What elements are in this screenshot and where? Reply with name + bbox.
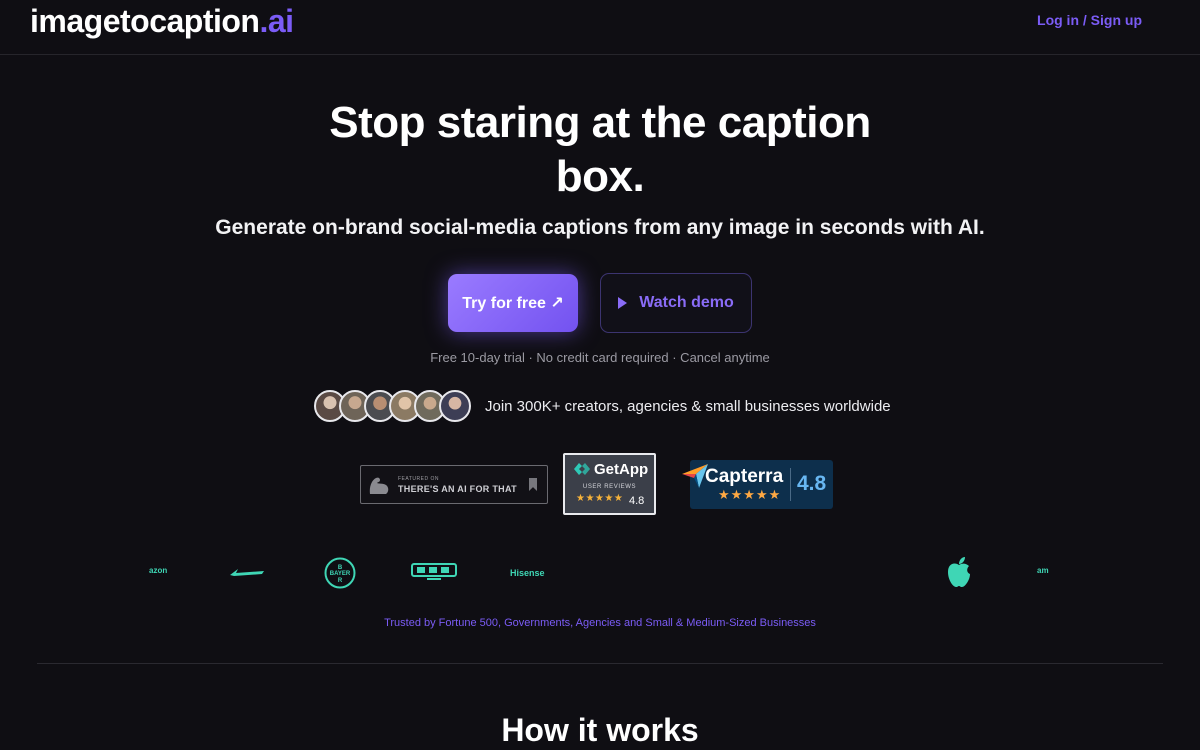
svg-text:BAYER: BAYER bbox=[330, 571, 351, 577]
trusted-by-text: Trusted by Fortune 500, Governments, Age… bbox=[384, 617, 816, 629]
logo-main-text: imagetocaption bbox=[30, 3, 260, 39]
capterra-rating: 4.8 bbox=[797, 472, 827, 495]
getapp-rating: 4.8 bbox=[629, 495, 645, 507]
capterra-name: Capterra bbox=[705, 466, 784, 487]
wing-logo-icon bbox=[230, 569, 264, 576]
try-for-free-button[interactable]: Try for free ↗ bbox=[448, 274, 578, 332]
capterra-stars: ★★★★★ bbox=[718, 487, 782, 502]
social-proof: Join 300K+ creators, agencies & small bu… bbox=[314, 390, 891, 422]
getapp-name: GetApp bbox=[594, 461, 649, 478]
try-for-free-label: Try for free ↗ bbox=[462, 295, 564, 312]
capterra-badge[interactable]: Capterra ★★★★★ 4.8 bbox=[682, 460, 833, 509]
getapp-badge[interactable]: GetApp USER REVIEWS ★★★★★ 4.8 bbox=[563, 453, 656, 515]
section-divider bbox=[37, 663, 1163, 664]
getapp-reviews-label: USER REVIEWS bbox=[582, 484, 637, 490]
social-proof-text: Join 300K+ creators, agencies & small bu… bbox=[485, 397, 891, 415]
bookmark-icon bbox=[529, 478, 537, 491]
svg-text:R: R bbox=[338, 578, 343, 584]
avatar bbox=[439, 390, 471, 422]
avatar-group bbox=[314, 390, 471, 422]
brand-box-logo-icon bbox=[411, 563, 457, 580]
theres-an-ai-for-that-badge[interactable]: FEATURED ON THERE'S AN AI FOR THAT bbox=[360, 465, 548, 504]
hisense-logo: Hisense bbox=[510, 568, 545, 578]
flexed-arm-icon bbox=[369, 477, 389, 494]
site-header: imagetocaption.ai Log in / Sign up bbox=[0, 0, 1200, 55]
site-logo[interactable]: imagetocaption.ai bbox=[30, 3, 294, 40]
getapp-stars: ★★★★★ bbox=[576, 493, 624, 504]
amazon-logo: azon bbox=[149, 566, 168, 575]
aift-featured-text: FEATURED ON bbox=[398, 476, 439, 482]
aift-main-text: THERE'S AN AI FOR THAT bbox=[398, 484, 517, 494]
trial-note: Free 10-day trial · No credit card requi… bbox=[430, 350, 770, 365]
play-icon bbox=[618, 297, 628, 309]
hero-title: Stop staring at the caption box. bbox=[329, 98, 871, 201]
capterra-divider bbox=[790, 468, 791, 501]
logo-tld-text: .ai bbox=[259, 3, 294, 39]
watch-demo-label: Watch demo bbox=[639, 294, 734, 311]
getapp-logo-icon bbox=[574, 463, 590, 475]
hero-subtitle: Generate on-brand social-media captions … bbox=[215, 216, 985, 239]
bayer-logo-icon: B BAYER R bbox=[324, 557, 356, 589]
apple-logo-icon bbox=[948, 557, 970, 587]
how-it-works-heading: How it works bbox=[501, 712, 699, 748]
login-signup-link[interactable]: Log in / Sign up bbox=[1037, 12, 1142, 28]
watch-demo-button[interactable]: Watch demo bbox=[600, 273, 752, 333]
amazon-logo: am bbox=[1037, 566, 1049, 575]
